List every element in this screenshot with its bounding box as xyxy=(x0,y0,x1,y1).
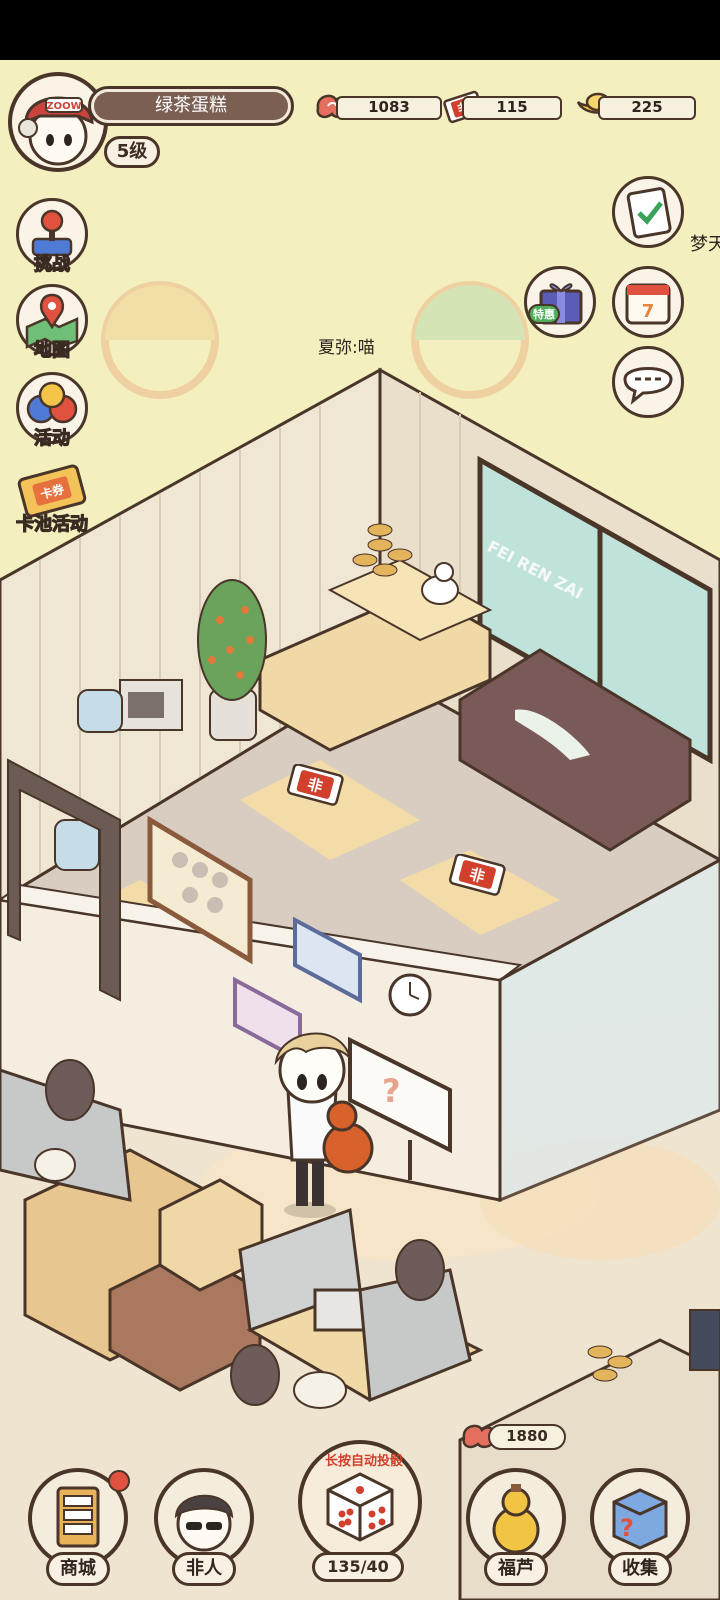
map-label: 地图 xyxy=(33,339,70,361)
gourd-icon xyxy=(492,1484,540,1554)
whiteboard-question-mark: ? xyxy=(382,1072,401,1110)
special-offer-button[interactable]: 特惠 xyxy=(524,266,596,338)
truncated-side-label: 梦天 xyxy=(690,234,720,255)
feiren-label: 非人 xyxy=(172,1552,236,1586)
fulu-label: 福芦 xyxy=(484,1552,548,1586)
cap-text: ZOOW xyxy=(46,101,81,112)
calendar-day: 7 xyxy=(642,301,655,322)
offer-badge: 特惠 xyxy=(533,307,555,321)
card-pool-label: 卡池活动 xyxy=(15,513,88,535)
fei-ticket-pickup[interactable]: 非 xyxy=(284,763,350,812)
game-scene[interactable] xyxy=(0,60,720,1600)
fei-ticket-pickup[interactable]: 非 xyxy=(446,853,512,902)
office-room-illustration xyxy=(0,281,720,1600)
status-bar xyxy=(0,0,720,60)
shop-notification-dot xyxy=(108,1470,130,1492)
mystery-box-icon: ? xyxy=(612,1488,668,1550)
calendar-icon: 7 xyxy=(625,283,671,325)
clipboard-check-icon xyxy=(626,187,672,239)
avatar[interactable]: ZOOW xyxy=(8,72,108,172)
ticket-count: 115 xyxy=(462,96,562,120)
npc-speech-text: 夏弥:喵 xyxy=(318,338,375,358)
avatar-portrait-icon: ZOOW xyxy=(18,96,94,166)
coin-count: 1083 xyxy=(336,96,442,120)
roll-dice-button[interactable]: 长按自动投骰 xyxy=(298,1440,422,1564)
activity-button[interactable]: 活动 xyxy=(16,372,88,454)
gift-box-icon: 特惠 xyxy=(528,283,583,325)
lemon-decoration xyxy=(101,281,529,399)
window-text: FEI REN ZAI xyxy=(486,537,586,603)
challenge-label: 挑战 xyxy=(33,253,70,275)
shop-label: 商城 xyxy=(46,1552,110,1586)
player-level: 5级 xyxy=(104,136,160,168)
challenge-button[interactable]: 挑战 xyxy=(16,198,88,280)
gold-count: 225 xyxy=(598,96,696,120)
player-profile[interactable]: ZOOW 绿茶蛋糕 5级 xyxy=(8,72,298,172)
map-button[interactable]: 地图 xyxy=(16,284,88,366)
dice-counter: 135/40 xyxy=(312,1552,404,1582)
daily-checkin-button[interactable]: 7 xyxy=(612,266,684,338)
chat-button[interactable] xyxy=(612,346,684,418)
tasks-button[interactable] xyxy=(612,176,684,248)
dice-icon xyxy=(326,1472,394,1542)
fei-ticket-icon: 非 xyxy=(448,853,506,896)
player-name-plate: 绿茶蛋糕 xyxy=(88,86,294,126)
card-pool-button[interactable]: 卡券 卡池活动 xyxy=(15,458,89,540)
collection-label: 收集 xyxy=(608,1552,672,1586)
floor-coin-value: 1880 xyxy=(488,1424,566,1450)
character-portrait-icon xyxy=(174,1494,234,1552)
fei-ticket-icon: 非 xyxy=(286,763,344,806)
chat-bubble-icon xyxy=(623,367,673,405)
activity-label: 活动 xyxy=(33,427,70,449)
player-name: 绿茶蛋糕 xyxy=(94,92,288,120)
svg-text:?: ? xyxy=(620,1514,634,1542)
window-lettering: FEI REN ZAI xyxy=(486,537,586,603)
